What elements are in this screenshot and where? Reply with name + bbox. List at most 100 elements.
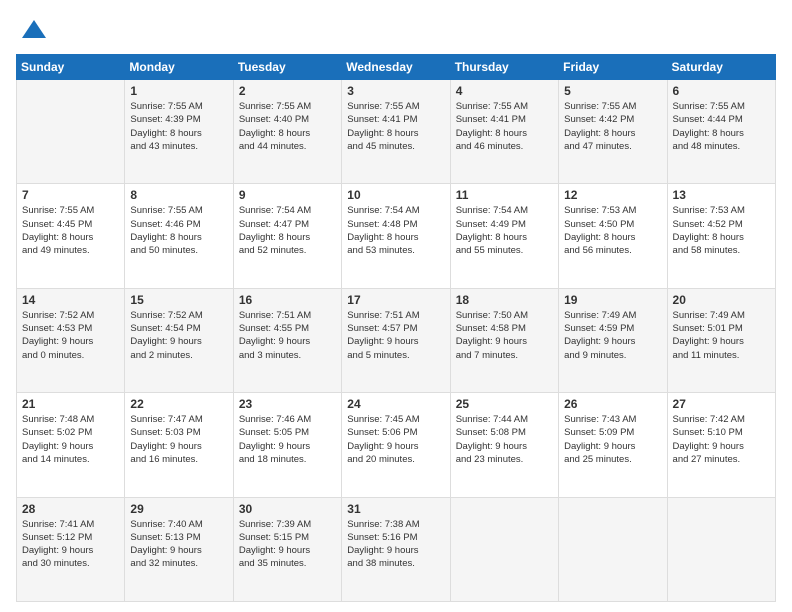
day-info: Sunrise: 7:55 AMSunset: 4:39 PMDaylight:…	[130, 100, 227, 153]
day-number: 9	[239, 188, 336, 202]
logo	[16, 16, 48, 44]
day-info: Sunrise: 7:53 AMSunset: 4:50 PMDaylight:…	[564, 204, 661, 257]
calendar-cell	[450, 497, 558, 601]
week-row-5: 28 Sunrise: 7:41 AMSunset: 5:12 PMDayligh…	[17, 497, 776, 601]
week-row-3: 14 Sunrise: 7:52 AMSunset: 4:53 PMDayligh…	[17, 288, 776, 392]
calendar-cell: 14 Sunrise: 7:52 AMSunset: 4:53 PMDayligh…	[17, 288, 125, 392]
day-info: Sunrise: 7:55 AMSunset: 4:42 PMDaylight:…	[564, 100, 661, 153]
calendar-cell: 7 Sunrise: 7:55 AMSunset: 4:45 PMDaylight…	[17, 184, 125, 288]
calendar-cell: 28 Sunrise: 7:41 AMSunset: 5:12 PMDayligh…	[17, 497, 125, 601]
day-info: Sunrise: 7:55 AMSunset: 4:45 PMDaylight:…	[22, 204, 119, 257]
day-number: 2	[239, 84, 336, 98]
day-number: 28	[22, 502, 119, 516]
day-number: 17	[347, 293, 444, 307]
calendar-cell: 19 Sunrise: 7:49 AMSunset: 4:59 PMDayligh…	[559, 288, 667, 392]
calendar-cell: 16 Sunrise: 7:51 AMSunset: 4:55 PMDayligh…	[233, 288, 341, 392]
day-number: 7	[22, 188, 119, 202]
day-info: Sunrise: 7:54 AMSunset: 4:49 PMDaylight:…	[456, 204, 553, 257]
day-info: Sunrise: 7:43 AMSunset: 5:09 PMDaylight:…	[564, 413, 661, 466]
calendar-cell: 22 Sunrise: 7:47 AMSunset: 5:03 PMDayligh…	[125, 393, 233, 497]
day-number: 22	[130, 397, 227, 411]
day-number: 4	[456, 84, 553, 98]
day-number: 23	[239, 397, 336, 411]
day-number: 29	[130, 502, 227, 516]
day-info: Sunrise: 7:41 AMSunset: 5:12 PMDaylight:…	[22, 518, 119, 571]
calendar-cell	[667, 497, 775, 601]
week-row-4: 21 Sunrise: 7:48 AMSunset: 5:02 PMDayligh…	[17, 393, 776, 497]
weekday-header-tuesday: Tuesday	[233, 55, 341, 80]
calendar-cell: 8 Sunrise: 7:55 AMSunset: 4:46 PMDaylight…	[125, 184, 233, 288]
day-info: Sunrise: 7:45 AMSunset: 5:06 PMDaylight:…	[347, 413, 444, 466]
weekday-header-wednesday: Wednesday	[342, 55, 450, 80]
logo-icon	[20, 16, 48, 44]
calendar-cell: 13Sunrise: 7:53 AMSunset: 4:52 PMDayligh…	[667, 184, 775, 288]
calendar-cell: 21 Sunrise: 7:48 AMSunset: 5:02 PMDayligh…	[17, 393, 125, 497]
calendar-cell: 9 Sunrise: 7:54 AMSunset: 4:47 PMDaylight…	[233, 184, 341, 288]
calendar-cell: 25Sunrise: 7:44 AMSunset: 5:08 PMDayligh…	[450, 393, 558, 497]
day-info: Sunrise: 7:55 AMSunset: 4:44 PMDaylight:…	[673, 100, 770, 153]
calendar-cell: 12Sunrise: 7:53 AMSunset: 4:50 PMDayligh…	[559, 184, 667, 288]
day-number: 11	[456, 188, 553, 202]
calendar-cell: 5 Sunrise: 7:55 AMSunset: 4:42 PMDaylight…	[559, 80, 667, 184]
calendar-cell: 20Sunrise: 7:49 AMSunset: 5:01 PMDayligh…	[667, 288, 775, 392]
day-info: Sunrise: 7:51 AMSunset: 4:57 PMDaylight:…	[347, 309, 444, 362]
calendar-cell: 24 Sunrise: 7:45 AMSunset: 5:06 PMDayligh…	[342, 393, 450, 497]
day-number: 18	[456, 293, 553, 307]
day-info: Sunrise: 7:49 AMSunset: 5:01 PMDaylight:…	[673, 309, 770, 362]
day-number: 30	[239, 502, 336, 516]
day-number: 15	[130, 293, 227, 307]
calendar-cell: 4Sunrise: 7:55 AMSunset: 4:41 PMDaylight…	[450, 80, 558, 184]
calendar-cell: 29 Sunrise: 7:40 AMSunset: 5:13 PMDayligh…	[125, 497, 233, 601]
day-number: 5	[564, 84, 661, 98]
calendar-cell: 10 Sunrise: 7:54 AMSunset: 4:48 PMDayligh…	[342, 184, 450, 288]
weekday-header-monday: Monday	[125, 55, 233, 80]
calendar-cell: 27 Sunrise: 7:42 AMSunset: 5:10 PMDayligh…	[667, 393, 775, 497]
day-number: 31	[347, 502, 444, 516]
day-info: Sunrise: 7:52 AMSunset: 4:54 PMDaylight:…	[130, 309, 227, 362]
day-number: 1	[130, 84, 227, 98]
day-info: Sunrise: 7:39 AMSunset: 5:15 PMDaylight:…	[239, 518, 336, 571]
day-info: Sunrise: 7:54 AMSunset: 4:48 PMDaylight:…	[347, 204, 444, 257]
day-info: Sunrise: 7:46 AMSunset: 5:05 PMDaylight:…	[239, 413, 336, 466]
day-info: Sunrise: 7:48 AMSunset: 5:02 PMDaylight:…	[22, 413, 119, 466]
header	[16, 16, 776, 44]
calendar-cell: 18 Sunrise: 7:50 AMSunset: 4:58 PMDayligh…	[450, 288, 558, 392]
day-number: 13	[673, 188, 770, 202]
day-info: Sunrise: 7:52 AMSunset: 4:53 PMDaylight:…	[22, 309, 119, 362]
day-number: 14	[22, 293, 119, 307]
day-info: Sunrise: 7:54 AMSunset: 4:47 PMDaylight:…	[239, 204, 336, 257]
calendar-cell: 26 Sunrise: 7:43 AMSunset: 5:09 PMDayligh…	[559, 393, 667, 497]
day-info: Sunrise: 7:51 AMSunset: 4:55 PMDaylight:…	[239, 309, 336, 362]
calendar-cell: 2 Sunrise: 7:55 AMSunset: 4:40 PMDaylight…	[233, 80, 341, 184]
day-number: 16	[239, 293, 336, 307]
day-info: Sunrise: 7:55 AMSunset: 4:40 PMDaylight:…	[239, 100, 336, 153]
calendar-table: SundayMondayTuesdayWednesdayThursdayFrid…	[16, 54, 776, 602]
day-info: Sunrise: 7:47 AMSunset: 5:03 PMDaylight:…	[130, 413, 227, 466]
calendar-cell: 31 Sunrise: 7:38 AMSunset: 5:16 PMDayligh…	[342, 497, 450, 601]
day-number: 21	[22, 397, 119, 411]
day-info: Sunrise: 7:42 AMSunset: 5:10 PMDaylight:…	[673, 413, 770, 466]
day-info: Sunrise: 7:38 AMSunset: 5:16 PMDaylight:…	[347, 518, 444, 571]
day-info: Sunrise: 7:49 AMSunset: 4:59 PMDaylight:…	[564, 309, 661, 362]
calendar-cell	[17, 80, 125, 184]
weekday-header-row: SundayMondayTuesdayWednesdayThursdayFrid…	[17, 55, 776, 80]
calendar-cell: 3Sunrise: 7:55 AMSunset: 4:41 PMDaylight…	[342, 80, 450, 184]
weekday-header-thursday: Thursday	[450, 55, 558, 80]
day-number: 24	[347, 397, 444, 411]
calendar-cell: 17 Sunrise: 7:51 AMSunset: 4:57 PMDayligh…	[342, 288, 450, 392]
day-info: Sunrise: 7:40 AMSunset: 5:13 PMDaylight:…	[130, 518, 227, 571]
day-number: 26	[564, 397, 661, 411]
day-number: 10	[347, 188, 444, 202]
calendar-cell: 23 Sunrise: 7:46 AMSunset: 5:05 PMDayligh…	[233, 393, 341, 497]
calendar-cell	[559, 497, 667, 601]
calendar-cell: 1 Sunrise: 7:55 AMSunset: 4:39 PMDaylight…	[125, 80, 233, 184]
day-number: 27	[673, 397, 770, 411]
weekday-header-saturday: Saturday	[667, 55, 775, 80]
day-info: Sunrise: 7:50 AMSunset: 4:58 PMDaylight:…	[456, 309, 553, 362]
day-info: Sunrise: 7:55 AMSunset: 4:46 PMDaylight:…	[130, 204, 227, 257]
day-number: 3	[347, 84, 444, 98]
calendar-cell: 6Sunrise: 7:55 AMSunset: 4:44 PMDaylight…	[667, 80, 775, 184]
day-number: 8	[130, 188, 227, 202]
day-info: Sunrise: 7:44 AMSunset: 5:08 PMDaylight:…	[456, 413, 553, 466]
day-number: 19	[564, 293, 661, 307]
